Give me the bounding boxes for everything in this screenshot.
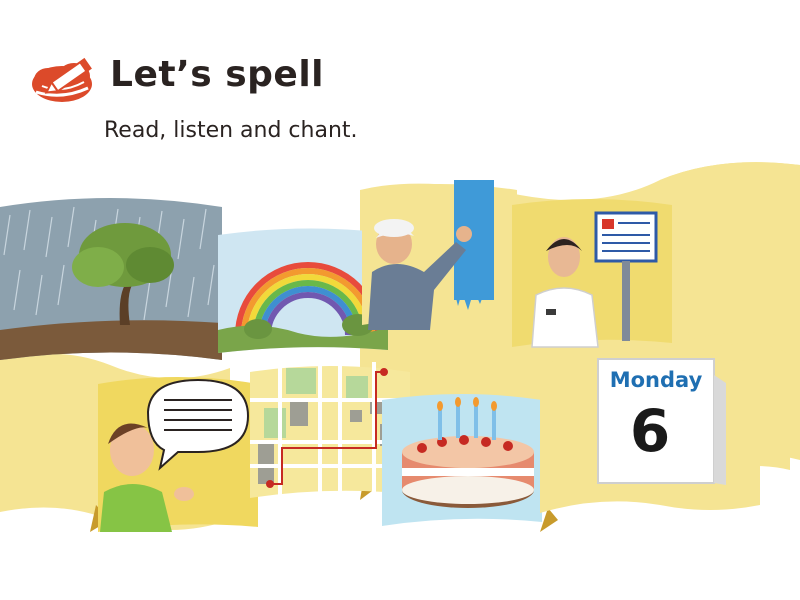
birthday-cake-panel	[382, 394, 542, 526]
bus-stop-man-panel	[512, 199, 672, 348]
calendar-panel: Monday 6	[540, 353, 760, 513]
calendar-day-number: 6	[630, 397, 670, 465]
calendar-month-label: Monday	[610, 368, 703, 392]
painting-man-panel	[362, 180, 517, 330]
illustration-scene: Monday 6	[0, 0, 800, 600]
rain-tree-panel	[0, 198, 222, 360]
talking-boy-panel	[98, 377, 258, 532]
